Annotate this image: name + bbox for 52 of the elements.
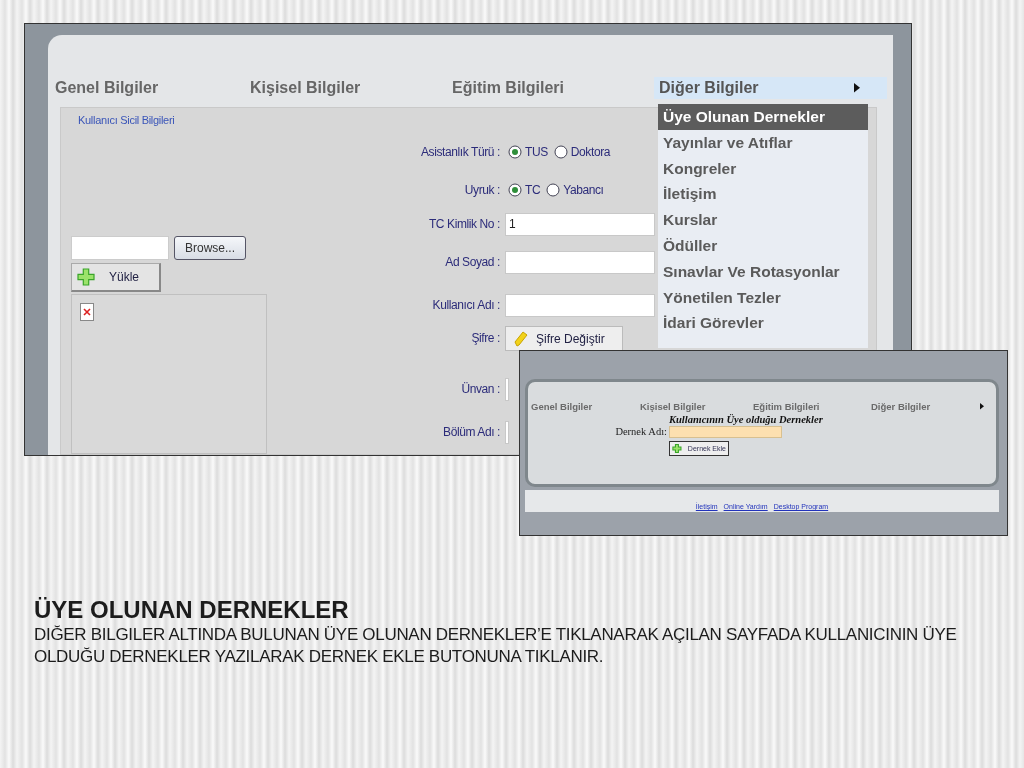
field-label: TC Kimlik No : (428, 217, 500, 231)
text-field[interactable] (505, 420, 509, 444)
file-field[interactable] (71, 236, 169, 260)
radio-button[interactable] (546, 183, 561, 197)
field-label: Asistanlık Türü : (421, 145, 500, 159)
menu-item[interactable]: Üye Olunan Dernekler (658, 104, 868, 130)
tab[interactable]: Genel Bilgiler (50, 77, 245, 99)
menu-item[interactable]: Yönetilen Tezler (658, 284, 868, 311)
tab[interactable]: Diğer Bilgiler (654, 77, 887, 99)
menu-item[interactable]: Kurslar (658, 207, 868, 233)
change-password-button[interactable]: Şifre Değiştir (505, 326, 623, 351)
tab[interactable]: Eğitim Bilgileri (447, 77, 654, 99)
plus-icon (672, 443, 682, 454)
field-label: Bölüm Adı : (443, 425, 500, 439)
plus-icon (77, 268, 95, 286)
option-label: TC (525, 183, 541, 197)
slide-title: ÜYE OLUNAN DERNEKLER (34, 596, 350, 624)
text-field[interactable]: 1 (505, 212, 655, 236)
radio-button[interactable] (553, 145, 568, 159)
text-field[interactable] (505, 293, 655, 317)
option-label: Doktora (570, 145, 611, 159)
field-label: Ünvan : (461, 382, 500, 396)
field-label: Şifre : (471, 331, 500, 345)
tab[interactable]: Kişisel Bilgiler (245, 77, 447, 99)
field-label: Ad Soyad : (445, 255, 500, 269)
text-field[interactable] (505, 250, 655, 274)
browse-button[interactable]: Browse... (174, 236, 246, 260)
option-label: Yabancı (563, 183, 604, 197)
tab[interactable]: Diğer Bilgiler (871, 401, 984, 412)
field-label: Uyruk : (464, 183, 500, 197)
tab[interactable]: Genel Bilgiler (531, 401, 640, 412)
fieldset-legend: Kullanıcı Sicil Bilgileri (78, 114, 175, 126)
menu-item[interactable]: Ödüller (658, 233, 868, 259)
section-heading: Kullanıcının Üye olduğu Dernekler (669, 414, 824, 425)
option-label: TUS (525, 145, 548, 159)
menu-item[interactable]: Sınavlar Ve Rotasyonlar (658, 258, 868, 285)
field-label: Kullanıcı Adı : (432, 298, 500, 312)
menu-item[interactable]: İletişim (658, 181, 868, 208)
field-label: Dernek Adı: (614, 426, 667, 438)
menu-item[interactable]: Kongreler (658, 155, 868, 182)
upload-button[interactable]: Yükle (71, 263, 161, 292)
tab[interactable]: Kişisel Bilgiler (640, 401, 753, 412)
text-field[interactable] (505, 377, 509, 401)
broken-image-icon (80, 303, 94, 321)
slide-text: DIĞER BILGILER ALTINDA BULUNAN ÜYE OLUNAN DERNEKLER’E TIKLANARAK AÇILAN SAYFADA KULLANICININ ÜYE OLDUĞU DERNEKLER YAZILARAK DERNEK EKLE BUTONUNA TIKLANIR. (34, 624, 958, 668)
text-field[interactable] (669, 426, 782, 438)
radio-button[interactable] (508, 145, 522, 159)
radio-button[interactable] (508, 183, 522, 197)
pencil-icon (514, 330, 528, 347)
tab[interactable]: Eğitim Bilgileri (753, 401, 871, 412)
menu-item[interactable]: İdari Görevler (658, 310, 868, 337)
menu-item[interactable]: Yayınlar ve Atıflar (658, 129, 868, 156)
